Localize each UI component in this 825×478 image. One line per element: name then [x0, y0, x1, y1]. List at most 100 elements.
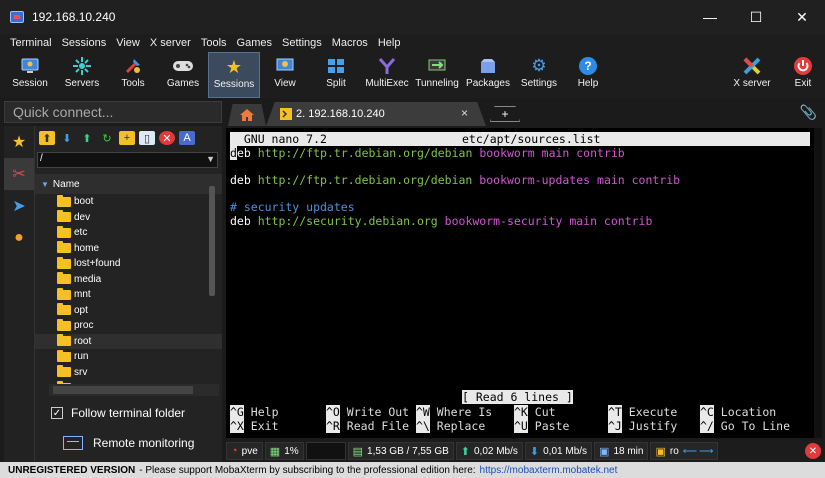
download-status[interactable]: ⬇ 0,01 Mb/s [524, 442, 593, 460]
list-item[interactable]: mnt [35, 287, 222, 303]
upload-arrow-icon: ⬆ [460, 445, 470, 458]
sessions-side-tab[interactable]: ★ [4, 126, 34, 158]
list-item[interactable]: dev [35, 210, 222, 226]
rename-icon[interactable]: A [179, 131, 195, 145]
close-session-icon[interactable]: ✕ [805, 443, 821, 459]
minimize-button[interactable]: — [687, 0, 733, 34]
unregistered-footer: UNREGISTERED VERSION - Please support Mo… [0, 462, 825, 478]
file-list-horizontal-scrollbar[interactable] [49, 384, 219, 396]
list-item[interactable]: root [35, 333, 222, 349]
menu-sessions[interactable]: Sessions [62, 37, 107, 49]
paperclip-icon[interactable]: 📎 [800, 104, 817, 121]
list-item[interactable]: srv [35, 365, 222, 381]
servers-button[interactable]: Servers [58, 52, 106, 98]
sftp-side-tab[interactable]: ● [4, 222, 34, 254]
clock-icon: ▣ [599, 445, 610, 458]
help-icon: ? [577, 56, 599, 76]
tools-button[interactable]: Tools [110, 52, 156, 98]
new-file-icon[interactable]: ▯ [139, 131, 155, 145]
close-tab-icon[interactable]: × [461, 106, 468, 120]
multiexec-button[interactable]: MultiExec [362, 52, 412, 98]
split-icon [325, 56, 347, 76]
folder-icon [57, 365, 71, 378]
refresh-icon[interactable]: ↻ [99, 131, 115, 145]
tunneling-button[interactable]: Tunneling [414, 52, 460, 98]
name-column-header[interactable]: ▼ Name [35, 174, 222, 194]
remote-monitoring-button[interactable]: Remote monitoring [63, 436, 194, 450]
list-item[interactable]: run [35, 349, 222, 365]
home-tab[interactable] [228, 104, 266, 126]
menu-view[interactable]: View [116, 37, 140, 49]
menu-help[interactable]: Help [378, 37, 401, 49]
menu-macros[interactable]: Macros [332, 37, 368, 49]
list-item[interactable]: etc [35, 225, 222, 241]
star-icon: ★ [11, 134, 27, 151]
file-list-scrollbar[interactable] [209, 186, 215, 296]
quick-connect-input[interactable]: Quick connect... [4, 101, 222, 123]
upload-status[interactable]: ⬆ 0,02 Mb/s [455, 442, 523, 460]
arrow-left-icon[interactable]: ⟵ [683, 446, 697, 457]
close-window-button[interactable]: ✕ [779, 0, 825, 34]
arrow-right-icon[interactable]: ⟶ [699, 446, 713, 457]
list-item[interactable]: lost+found [35, 256, 222, 272]
folder-icon [57, 318, 71, 331]
mobaxterm-app-icon [10, 11, 24, 23]
folder-icon [57, 210, 71, 223]
tab-session-192-168-10-240[interactable]: 2. 192.168.10.240 × [266, 102, 486, 126]
games-button[interactable]: Games [160, 52, 206, 98]
menu-settings[interactable]: Settings [282, 37, 322, 49]
view-button[interactable]: View [264, 52, 306, 98]
split-button[interactable]: Split [316, 52, 356, 98]
maximize-button[interactable]: ☐ [733, 0, 779, 34]
chevron-down-icon[interactable]: ▼ [206, 154, 215, 164]
file-list: boot dev etc home lost+found media mnt o… [35, 194, 222, 396]
follow-terminal-folder-checkbox[interactable]: ✓ Follow terminal folder [51, 406, 185, 420]
xserver-button[interactable]: X server [728, 52, 776, 98]
list-item[interactable]: boot [35, 194, 222, 210]
menu-games[interactable]: Games [237, 37, 272, 49]
upload-icon[interactable]: ⬆ [79, 131, 95, 145]
cpu-icon: ▦ [269, 445, 281, 458]
gear-icon: ⚙ [531, 56, 547, 75]
macros-side-tab[interactable]: ➤ [4, 190, 34, 222]
window-controls: — ☐ ✕ [687, 0, 825, 34]
list-item[interactable]: proc [35, 318, 222, 334]
mobatek-link[interactable]: https://mobaxterm.mobatek.net [480, 465, 618, 476]
menu-xserver[interactable]: X server [150, 37, 191, 49]
host-status[interactable]: ◔ pve [226, 442, 263, 460]
gamepad-icon [172, 56, 194, 76]
help-button[interactable]: ? Help [568, 52, 608, 98]
exit-button[interactable]: Exit [786, 52, 820, 98]
cpu-status[interactable]: ▦ 1% [264, 442, 304, 460]
sftp-file-browser: ⬆ ⬇ ⬆ ↻ + ▯ ✕ A / ▼ ▼ Name boot dev etc … [34, 126, 222, 462]
nano-header: GNU nano 7.2 etc/apt/sources.list [230, 132, 810, 146]
list-item[interactable]: media [35, 272, 222, 288]
menu-tools[interactable]: Tools [201, 37, 227, 49]
tools-icon: ✂ [12, 166, 26, 183]
terminal-area[interactable]: GNU nano 7.2 etc/apt/sources.list deb htt… [226, 128, 822, 438]
settings-button[interactable]: ⚙ Settings [516, 52, 562, 98]
download-icon[interactable]: ⬇ [59, 131, 75, 145]
parent-folder-icon[interactable]: ⬆ [39, 131, 55, 145]
scrollbar-thumb[interactable] [53, 386, 193, 394]
checkbox-checked-icon[interactable]: ✓ [51, 407, 63, 419]
list-item[interactable]: home [35, 241, 222, 257]
terminal-scrollbar[interactable] [814, 128, 822, 438]
uptime-status[interactable]: ▣ 18 min [594, 442, 649, 460]
tools-side-tab[interactable]: ✂ [4, 158, 34, 190]
new-tab-button[interactable]: + [490, 106, 520, 122]
memory-status[interactable]: ▤ 1,53 GB / 7,55 GB [347, 442, 454, 460]
user-status[interactable]: ▣ ro ⟵ ⟶ [650, 442, 719, 460]
session-status-bar: ◔ pve ▦ 1% ▤ 1,53 GB / 7,55 GB ⬆ 0,02 Mb/s ⬇… [226, 440, 825, 462]
terminal-tab-icon [280, 108, 292, 120]
delete-icon[interactable]: ✕ [159, 131, 175, 145]
folder-icon [57, 241, 71, 254]
packages-button[interactable]: Packages [464, 52, 512, 98]
session-button[interactable]: Session [6, 52, 54, 98]
list-item[interactable]: opt [35, 303, 222, 319]
multiexec-icon [376, 56, 398, 76]
new-folder-icon[interactable]: + [119, 131, 135, 145]
path-input[interactable]: / ▼ [37, 152, 218, 168]
menu-terminal[interactable]: Terminal [10, 37, 52, 49]
sessions-button[interactable]: ★ Sessions [208, 52, 260, 98]
